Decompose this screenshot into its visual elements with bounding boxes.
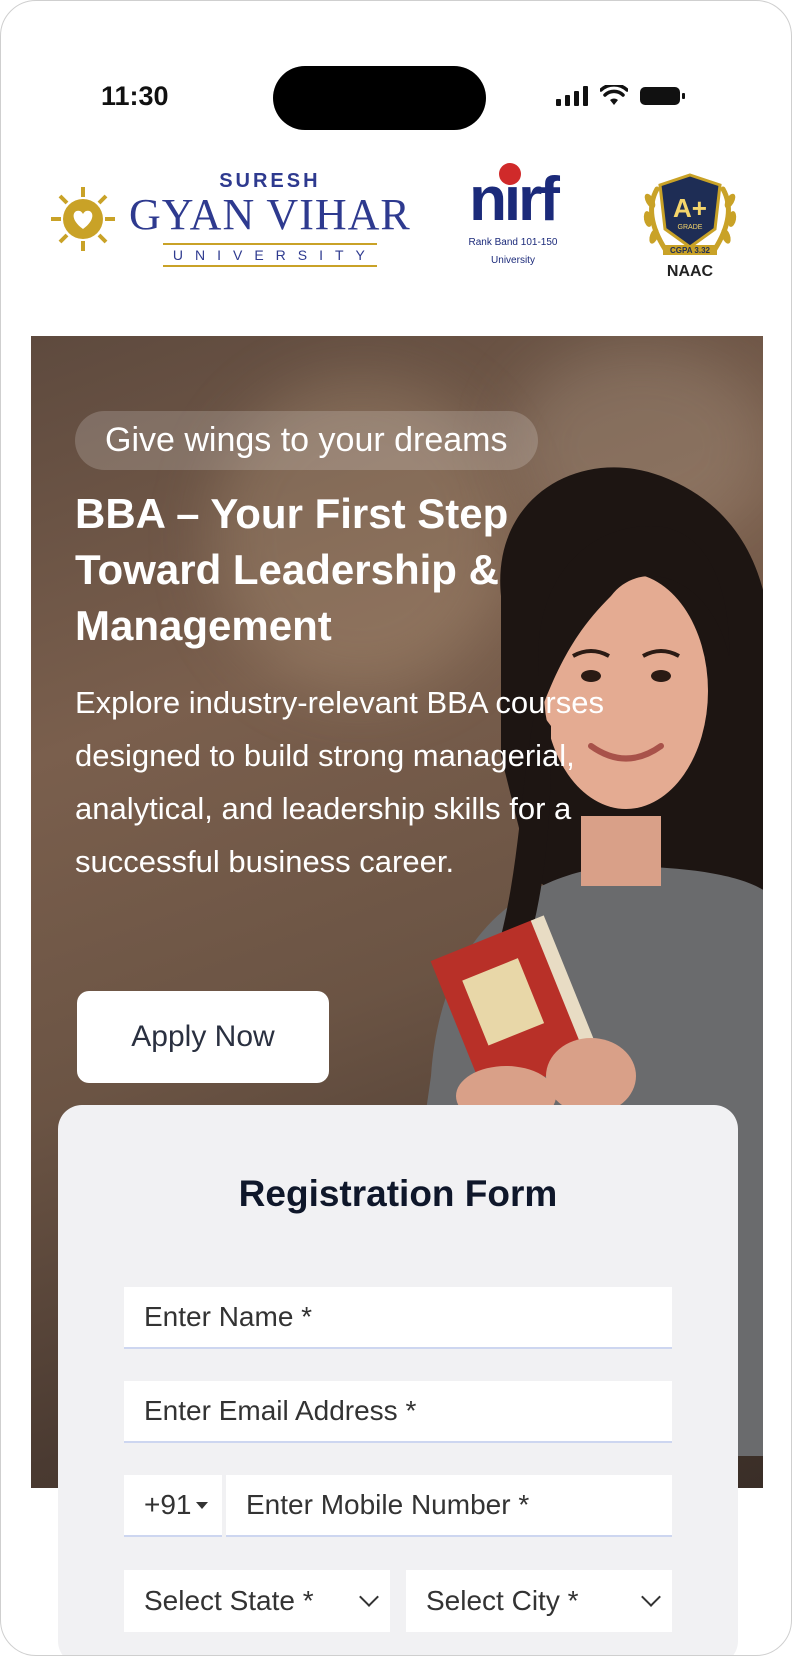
sgvu-name-text: GYAN VIHAR xyxy=(129,190,411,239)
nirf-university-text: University xyxy=(491,255,535,266)
registration-form: Registration Form Enter Name * Enter Ema… xyxy=(58,1105,738,1655)
naac-badge-icon: A+ GRADE CGPA 3.32 xyxy=(643,173,737,255)
nirf-dot-icon xyxy=(499,163,521,185)
wifi-icon xyxy=(600,85,628,105)
status-time: 11:30 xyxy=(101,81,169,111)
naac-grade-text: A+ xyxy=(673,193,707,223)
sgvu-top-text: SURESH xyxy=(219,170,321,192)
nirf-logo: nirf Rank Band 101-150 University xyxy=(443,163,583,267)
dynamic-island xyxy=(273,66,486,130)
status-icons xyxy=(556,85,685,107)
location-row: Select State * Select City * xyxy=(124,1570,672,1632)
email-input[interactable]: Enter Email Address * xyxy=(124,1381,672,1443)
state-select[interactable]: Select State * xyxy=(124,1570,390,1632)
sgvu-emblem-icon xyxy=(51,187,115,251)
name-input[interactable]: Enter Name * xyxy=(124,1287,672,1349)
country-code-value: +91 xyxy=(144,1489,192,1520)
city-select[interactable]: Select City * xyxy=(406,1570,672,1632)
phone-frame: 11:30 SURESH GYAN VIHAR UNIVERSITY nirf … xyxy=(0,0,792,1656)
naac-label: NAAC xyxy=(666,263,714,280)
naac-cgpa-text: CGPA 3.32 xyxy=(670,246,711,255)
battery-icon xyxy=(640,87,685,105)
nirf-rank-text: Rank Band 101-150 xyxy=(468,237,558,248)
apply-now-button[interactable]: Apply Now xyxy=(77,991,329,1083)
country-code-select[interactable]: +91 xyxy=(124,1475,222,1537)
hero-tagline: Give wings to your dreams xyxy=(75,411,538,470)
phone-row: +91 Enter Mobile Number * xyxy=(124,1475,672,1537)
city-select-label: Select City * xyxy=(426,1585,579,1616)
caret-down-icon xyxy=(195,1501,208,1509)
sgvu-university-text: UNIVERSITY xyxy=(162,243,377,267)
mobile-input[interactable]: Enter Mobile Number * xyxy=(226,1475,672,1537)
hero-description: Explore industry-relevant BBA courses de… xyxy=(75,685,604,879)
chevron-down-icon xyxy=(641,1587,661,1607)
form-title: Registration Form xyxy=(238,1173,558,1214)
naac-logo: A+ GRADE CGPA 3.32 NAAC xyxy=(635,169,745,281)
accreditation-logos: SURESH GYAN VIHAR UNIVERSITY nirf Rank B… xyxy=(1,161,791,291)
chevron-down-icon xyxy=(359,1587,379,1607)
naac-grade-sub-text: GRADE xyxy=(678,224,703,231)
cellular-signal-icon xyxy=(556,86,588,106)
hero-title: BBA – Your First Step Toward Leadership … xyxy=(75,490,509,649)
state-select-label: Select State * xyxy=(144,1585,314,1616)
sgvu-logo: SURESH GYAN VIHAR UNIVERSITY xyxy=(47,171,411,267)
